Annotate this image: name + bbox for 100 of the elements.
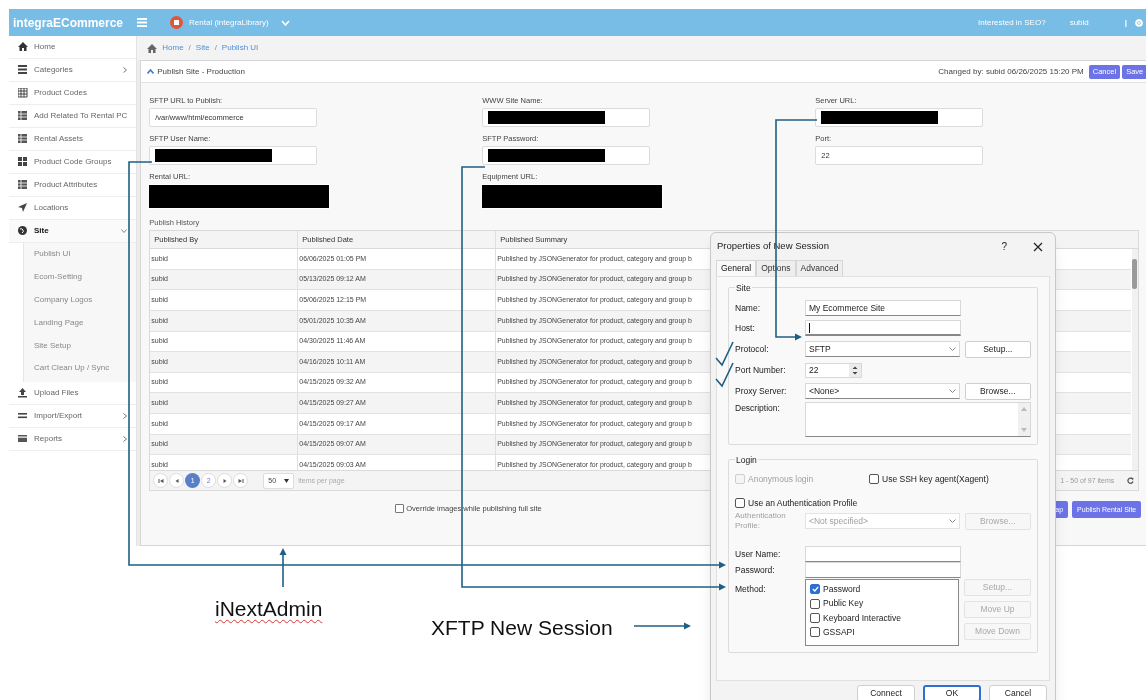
blocks-icon	[18, 157, 28, 167]
caret-icon	[284, 478, 290, 483]
checkbox-label: Public Key	[823, 597, 864, 610]
checkbox[interactable]	[810, 627, 820, 638]
brand-name: integraECommerce	[13, 14, 124, 32]
dialog-tab[interactable]: Advanced	[795, 260, 844, 276]
text-area[interactable]	[805, 402, 1031, 437]
submenu-item[interactable]: Site Setup	[34, 339, 71, 352]
home-icon[interactable]	[147, 43, 158, 53]
sidebar-item[interactable]: Product Codes	[9, 82, 137, 105]
sidebar-item[interactable]: Rental Assets	[9, 128, 137, 151]
checkbox-label: Password	[823, 583, 861, 596]
form-label: Host:	[735, 321, 756, 335]
text-field[interactable]	[149, 146, 318, 165]
form-label: Port Number:	[735, 363, 787, 377]
text-field[interactable]	[805, 320, 961, 336]
breadcrumb-separator: /	[214, 42, 217, 54]
scrollbar-thumb[interactable]	[1132, 259, 1138, 290]
submenu-item[interactable]: Cart Clean Up / Sync	[34, 362, 110, 375]
form-label: User Name:	[735, 547, 782, 561]
checkbox[interactable]	[810, 612, 820, 623]
first-page-button[interactable]	[153, 473, 169, 489]
dialog-tab[interactable]: General	[716, 260, 757, 276]
text-field[interactable]	[482, 146, 651, 165]
chevron-down-icon	[948, 519, 956, 523]
dropdown[interactable]: SFTP	[805, 341, 960, 357]
list-icon	[18, 65, 28, 75]
checkbox-label: Use SSH key agent(Xagent)	[882, 472, 989, 486]
collapse-icon[interactable]	[147, 69, 155, 74]
submenu-item[interactable]: Company Logos	[34, 294, 93, 306]
breadcrumb-link[interactable]: Home	[162, 42, 184, 54]
breadcrumb-separator: /	[188, 42, 191, 54]
sidebar-item[interactable]: Reports	[9, 427, 137, 451]
form-label: Protocol:	[735, 342, 770, 356]
sidebar-item[interactable]: Product Attributes	[9, 174, 137, 197]
scrollbar[interactable]	[1132, 249, 1139, 471]
text-field[interactable]	[805, 546, 961, 562]
check-mark-icon	[715, 341, 734, 367]
table-icon	[18, 111, 28, 121]
checkbox[interactable]	[735, 498, 745, 508]
last-page-icon	[237, 477, 244, 484]
sidebar-item[interactable]: Product Code Groups	[9, 151, 137, 174]
spinner-arrows-icon[interactable]	[849, 363, 861, 377]
check-mark-icon	[715, 362, 734, 388]
spin-field[interactable]: 22	[805, 362, 862, 378]
form-label: Authentication Profile:	[735, 511, 787, 531]
text-field[interactable]	[815, 108, 984, 127]
checkbox-label: Keyboard Interactive	[823, 611, 901, 625]
chevron-down-icon	[948, 389, 956, 393]
text-field[interactable]	[482, 108, 651, 127]
annotation-arrow	[279, 548, 287, 588]
panel-title: Publish Site - Production	[157, 65, 245, 78]
dialog-button[interactable]: Browse...	[964, 382, 1031, 400]
table-icon	[18, 180, 28, 190]
separator-text: |	[1124, 16, 1127, 29]
sidebar-item[interactable]: Upload Files	[9, 381, 137, 405]
bars-icon	[18, 410, 28, 421]
dialog-button[interactable]: Cancel	[989, 685, 1047, 700]
previous-page-button[interactable]	[169, 473, 185, 489]
dropdown[interactable]: <None>	[805, 383, 960, 399]
form-label: Proxy Server:	[735, 384, 788, 398]
annotation-label: iNextAdmin	[215, 596, 323, 622]
chevron-down-icon	[948, 347, 956, 351]
checkbox-label: GSSAPI	[823, 625, 855, 639]
text-field[interactable]	[805, 562, 961, 578]
submenu-item[interactable]: Ecom-Setting	[34, 271, 83, 284]
form-label: Description:	[735, 402, 781, 415]
upload-icon	[18, 387, 28, 398]
breadcrumb-link[interactable]: Site	[195, 42, 210, 54]
previous-page-icon	[173, 477, 180, 484]
last-page-button[interactable]	[233, 473, 249, 489]
refresh-icon[interactable]	[1127, 477, 1135, 485]
checkbox[interactable]	[810, 584, 820, 595]
globe-icon	[18, 226, 28, 236]
dialog-button[interactable]: Connect	[857, 685, 915, 700]
dialog-button[interactable]: Setup...	[964, 340, 1031, 358]
sidebar-item[interactable]: Site	[9, 220, 137, 243]
method-list[interactable]: Password Public Key Keyboard Interactive GSSAPI	[805, 579, 959, 646]
text-field[interactable]: My Ecommerce Site	[805, 300, 961, 316]
text-cursor	[809, 322, 810, 333]
sidebar-item[interactable]: Categories	[9, 59, 137, 82]
form-label: Name:	[735, 301, 762, 315]
sidebar-item[interactable]: Add Related To Rental PC	[9, 105, 137, 128]
checkbox[interactable]	[869, 474, 879, 484]
checkbox[interactable]	[810, 598, 820, 609]
next-page-button[interactable]	[217, 473, 233, 489]
annotation-label: XFTP New Session	[431, 615, 613, 641]
checkbox[interactable]	[395, 504, 405, 514]
help-button[interactable]: ?	[1001, 239, 1007, 254]
sidebar-item[interactable]: Home	[9, 36, 137, 59]
submenu-item[interactable]: Publish UI	[34, 248, 71, 261]
annotation-arrow	[633, 622, 691, 630]
submenu-item[interactable]: Landing Page	[34, 316, 84, 329]
breadcrumb-link[interactable]: Publish UI	[221, 42, 259, 54]
close-icon[interactable]	[1033, 241, 1043, 252]
sidebar-item[interactable]: Import/Export	[9, 404, 137, 428]
grid-icon	[18, 88, 28, 98]
form-label: Password:	[735, 563, 776, 577]
next-page-icon	[221, 477, 228, 484]
dialog-button[interactable]: OK	[923, 685, 981, 700]
